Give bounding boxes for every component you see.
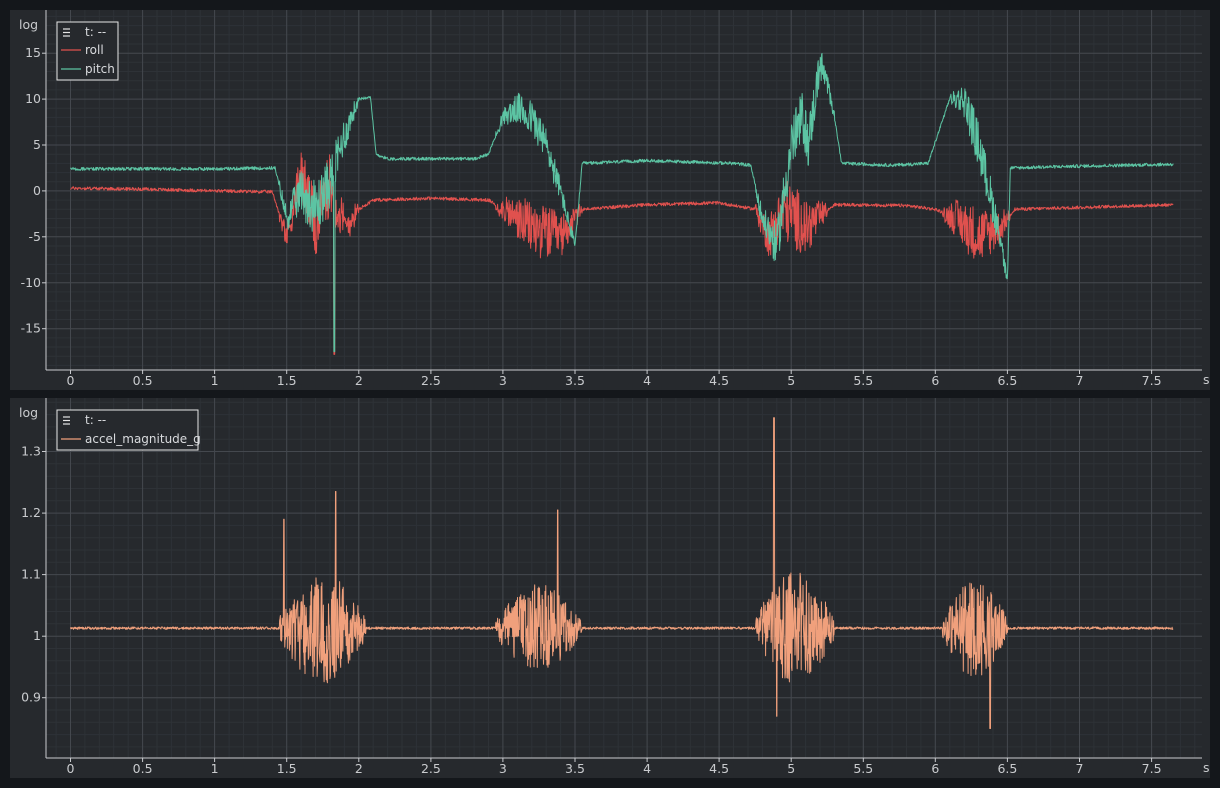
x-axis-unit: s — [1203, 372, 1210, 387]
y-tick-label: 1.3 — [21, 444, 41, 459]
x-tick-label: 0.5 — [133, 761, 153, 776]
x-tick-label: 3.5 — [565, 761, 585, 776]
x-tick-label: 3.5 — [565, 373, 585, 388]
x-tick-label: 6.5 — [997, 373, 1017, 388]
x-tick-label: 1 — [211, 761, 219, 776]
y-axis-label: log — [19, 405, 38, 420]
x-tick-label: 7.5 — [1142, 373, 1162, 388]
y-tick-label: -5 — [29, 229, 41, 244]
axes: log s 0 0.5 1 1.5 2 2.5 3 3.5 4 4.5 5 5.5 6 6.5 7 7.5 15… — [19, 10, 1210, 388]
legend-time-readout: t: -- — [85, 25, 106, 39]
legend[interactable]: t: -- roll pitch — [56, 21, 119, 81]
x-tick-label: 2.5 — [421, 373, 441, 388]
y-tick-label: 1.1 — [21, 567, 41, 582]
x-tick-label: 3 — [499, 373, 507, 388]
x-axis-unit: s — [1203, 760, 1210, 775]
y-tick-label: 1 — [33, 628, 41, 643]
y-tick-label: 10 — [25, 91, 41, 106]
x-tick-label: 5 — [787, 373, 795, 388]
x-tick-label: 0 — [67, 373, 75, 388]
y-tick-label: 1.2 — [21, 505, 41, 520]
x-tick-label: 1.5 — [277, 373, 297, 388]
x-tick-label: 1.5 — [277, 761, 297, 776]
x-tick-label: 7 — [1076, 761, 1084, 776]
y-tick-label: -15 — [21, 321, 41, 336]
legend-label-pitch: pitch — [85, 62, 115, 76]
legend-time-readout: t: -- — [85, 413, 106, 427]
x-tick-label: 4 — [643, 761, 651, 776]
legend-label-roll: roll — [85, 43, 104, 57]
x-tick-label: 5.5 — [853, 373, 873, 388]
x-tick-label: 6 — [931, 761, 939, 776]
y-tick-label: 5 — [33, 137, 41, 152]
x-tick-label: 7 — [1076, 373, 1084, 388]
legend[interactable]: t: -- accel_magnitude_g — [56, 409, 201, 451]
x-tick-label: 0.5 — [133, 373, 153, 388]
x-tick-label: 7.5 — [1142, 761, 1162, 776]
x-tick-label: 6 — [931, 373, 939, 388]
x-tick-label: 6.5 — [997, 761, 1017, 776]
legend-label-accel-magnitude: accel_magnitude_g — [85, 432, 201, 446]
x-tick-label: 2 — [355, 761, 363, 776]
x-tick-label: 3 — [499, 761, 507, 776]
x-tick-label: 4.5 — [709, 373, 729, 388]
x-tick-label: 2.5 — [421, 761, 441, 776]
y-tick-label: 0 — [33, 183, 41, 198]
grid — [46, 398, 1202, 758]
roll-pitch-chart[interactable]: log s 0 0.5 1 1.5 2 2.5 3 3.5 4 4.5 5 5.5 6 6.5 7 7.5 15… — [10, 10, 1210, 390]
accel-magnitude-chart-panel[interactable]: log s 0 0.5 1 1.5 2 2.5 3 3.5 4 4.5 5 5.5 6 6.5 7 7.5 1.… — [10, 398, 1210, 778]
x-tick-label: 5 — [787, 761, 795, 776]
x-tick-label: 4 — [643, 373, 651, 388]
y-axis-label: log — [19, 17, 38, 32]
x-tick-label: 0 — [67, 761, 75, 776]
x-tick-label: 1 — [211, 373, 219, 388]
y-tick-label: 15 — [25, 45, 41, 60]
roll-pitch-chart-panel[interactable]: log s 0 0.5 1 1.5 2 2.5 3 3.5 4 4.5 5 5.5 6 6.5 7 7.5 15… — [10, 10, 1210, 390]
y-tick-label: -10 — [21, 275, 41, 290]
accel-magnitude-chart[interactable]: log s 0 0.5 1 1.5 2 2.5 3 3.5 4 4.5 5 5.5 6 6.5 7 7.5 1.… — [10, 398, 1210, 778]
x-tick-label: 5.5 — [853, 761, 873, 776]
y-tick-label: 0.9 — [21, 690, 41, 705]
x-tick-label: 4.5 — [709, 761, 729, 776]
x-tick-label: 2 — [355, 373, 363, 388]
